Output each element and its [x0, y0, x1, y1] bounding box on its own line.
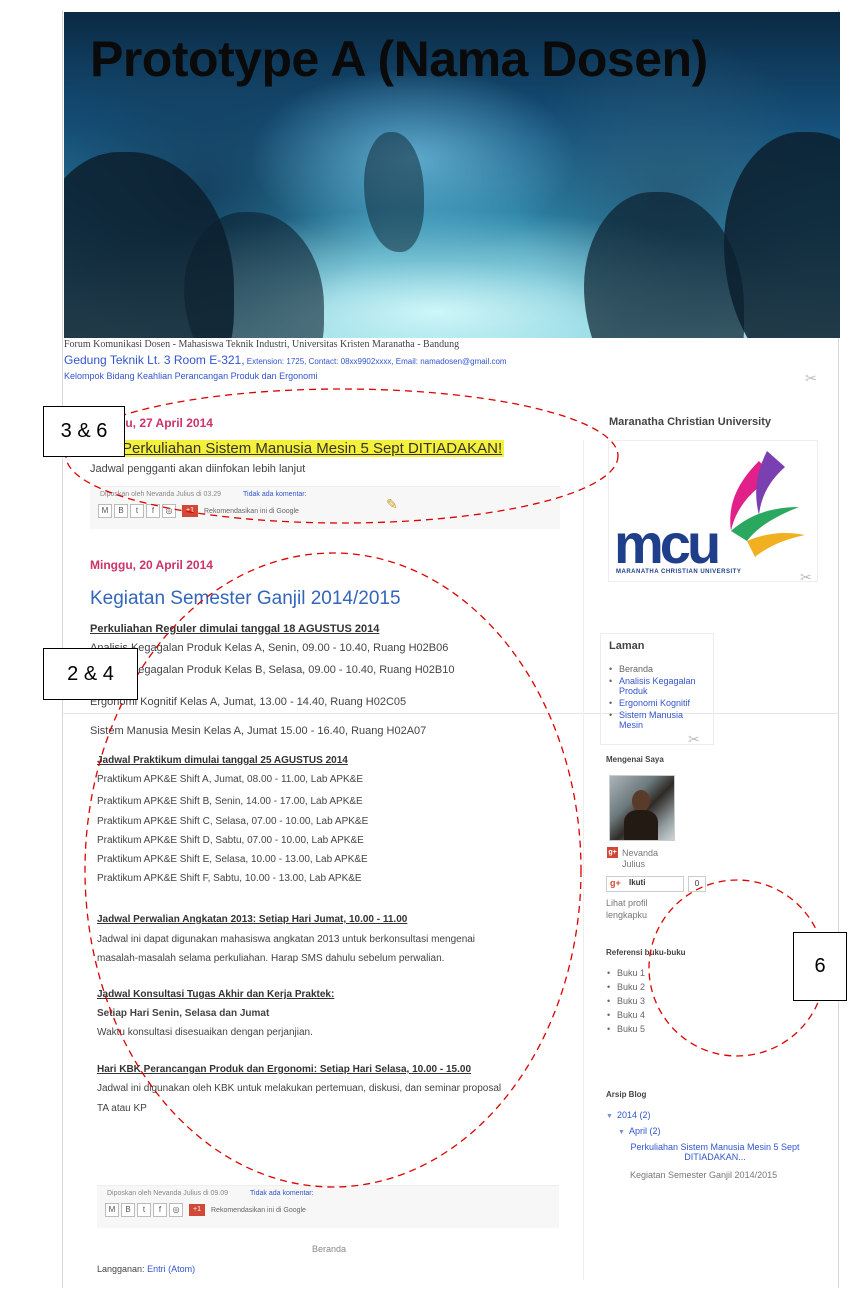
- annotation-label: 2 & 4: [43, 648, 138, 700]
- annotation-ellipse-top: [65, 388, 619, 524]
- annotation-label: 6: [793, 932, 847, 1001]
- annotation-ellipse-main: [84, 552, 582, 1188]
- annotation-label: 3 & 6: [43, 406, 125, 457]
